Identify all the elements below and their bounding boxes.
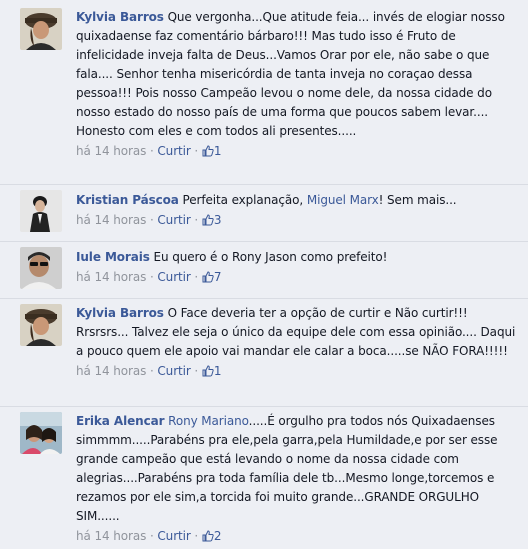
comment-text: Kylvia Barros Que vergonha...Que atitude… bbox=[76, 8, 520, 141]
comment-meta: há 14 horas · Curtir · 3 bbox=[76, 211, 520, 230]
meta-separator: · bbox=[194, 529, 199, 543]
comment-item: Kylvia Barros O Face deveria ter a opção… bbox=[0, 298, 528, 406]
comment-meta: há 14 horas · Curtir · 2 bbox=[76, 527, 520, 546]
comment-meta: há 14 horas · Curtir · 1 bbox=[76, 142, 520, 161]
author-name[interactable]: Kylvia Barros bbox=[76, 306, 164, 320]
mention-link[interactable]: Miguel Marx bbox=[307, 193, 379, 207]
comment-body: Eu quero é o Rony Jason como prefeito! bbox=[153, 250, 388, 264]
comment-meta: há 14 horas · Curtir · 1 bbox=[76, 362, 520, 381]
like-count[interactable]: 7 bbox=[202, 270, 222, 284]
like-count[interactable]: 2 bbox=[202, 529, 222, 543]
like-button[interactable]: Curtir bbox=[157, 529, 190, 543]
avatar[interactable] bbox=[20, 412, 62, 454]
thumbs-up-icon bbox=[202, 271, 214, 283]
like-count-value: 2 bbox=[213, 529, 222, 543]
comment-text: Iule Morais Eu quero é o Rony Jason como… bbox=[76, 248, 520, 267]
like-button[interactable]: Curtir bbox=[157, 144, 190, 158]
like-button[interactable]: Curtir bbox=[157, 270, 190, 284]
thumbs-up-icon bbox=[202, 145, 214, 157]
like-count-value: 3 bbox=[213, 213, 222, 227]
mention-link[interactable]: Rony Mariano bbox=[168, 414, 249, 428]
like-count-value: 1 bbox=[213, 364, 222, 378]
avatar[interactable] bbox=[20, 304, 62, 346]
comment-body: Que vergonha...Que atitude feia... invés… bbox=[76, 10, 505, 138]
avatar[interactable] bbox=[20, 190, 62, 232]
author-name[interactable]: Iule Morais bbox=[76, 250, 150, 264]
comment-text: Erika Alencar Rony Mariano.....É orgulho… bbox=[76, 412, 520, 526]
comment-body: Perfeita explanação, bbox=[182, 193, 304, 207]
thumbs-up-icon bbox=[202, 214, 214, 226]
comment-item: Erika Alencar Rony Mariano.....É orgulho… bbox=[0, 406, 528, 549]
comment-list: Kylvia Barros Que vergonha...Que atitude… bbox=[0, 0, 528, 549]
meta-separator: · bbox=[194, 144, 199, 158]
meta-separator: · bbox=[149, 270, 154, 284]
like-button[interactable]: Curtir bbox=[157, 364, 190, 378]
like-count[interactable]: 1 bbox=[202, 364, 222, 378]
comment-body-continued: ! Sem mais... bbox=[378, 193, 457, 207]
meta-separator: · bbox=[194, 364, 199, 378]
thumbs-up-icon bbox=[202, 530, 214, 542]
comment-item: Kylvia Barros Que vergonha...Que atitude… bbox=[0, 0, 528, 184]
timestamp[interactable]: há 14 horas bbox=[76, 213, 146, 227]
comment-body: .....É orgulho pra todos nós Quixadaense… bbox=[76, 414, 498, 523]
comment-meta: há 14 horas · Curtir · 7 bbox=[76, 268, 520, 287]
comment-item: Kristian Páscoa Perfeita explanação, Mig… bbox=[0, 184, 528, 241]
author-name[interactable]: Kylvia Barros bbox=[76, 10, 164, 24]
comment-text: Kristian Páscoa Perfeita explanação, Mig… bbox=[76, 191, 520, 210]
comment-text: Kylvia Barros O Face deveria ter a opção… bbox=[76, 304, 520, 361]
meta-separator: · bbox=[149, 213, 154, 227]
timestamp[interactable]: há 14 horas bbox=[76, 529, 146, 543]
avatar[interactable] bbox=[20, 247, 62, 289]
author-name[interactable]: Erika Alencar bbox=[76, 414, 165, 428]
meta-separator: · bbox=[149, 529, 154, 543]
avatar[interactable] bbox=[20, 8, 62, 50]
meta-separator: · bbox=[149, 364, 154, 378]
timestamp[interactable]: há 14 horas bbox=[76, 144, 146, 158]
like-count[interactable]: 1 bbox=[202, 144, 222, 158]
meta-separator: · bbox=[194, 270, 199, 284]
meta-separator: · bbox=[194, 213, 199, 227]
timestamp[interactable]: há 14 horas bbox=[76, 364, 146, 378]
like-count[interactable]: 3 bbox=[202, 213, 222, 227]
comment-item: Iule Morais Eu quero é o Rony Jason como… bbox=[0, 241, 528, 298]
author-name[interactable]: Kristian Páscoa bbox=[76, 193, 179, 207]
timestamp[interactable]: há 14 horas bbox=[76, 270, 146, 284]
meta-separator: · bbox=[149, 144, 154, 158]
thumbs-up-icon bbox=[202, 365, 214, 377]
like-count-value: 7 bbox=[213, 270, 222, 284]
like-count-value: 1 bbox=[213, 144, 222, 158]
like-button[interactable]: Curtir bbox=[157, 213, 190, 227]
